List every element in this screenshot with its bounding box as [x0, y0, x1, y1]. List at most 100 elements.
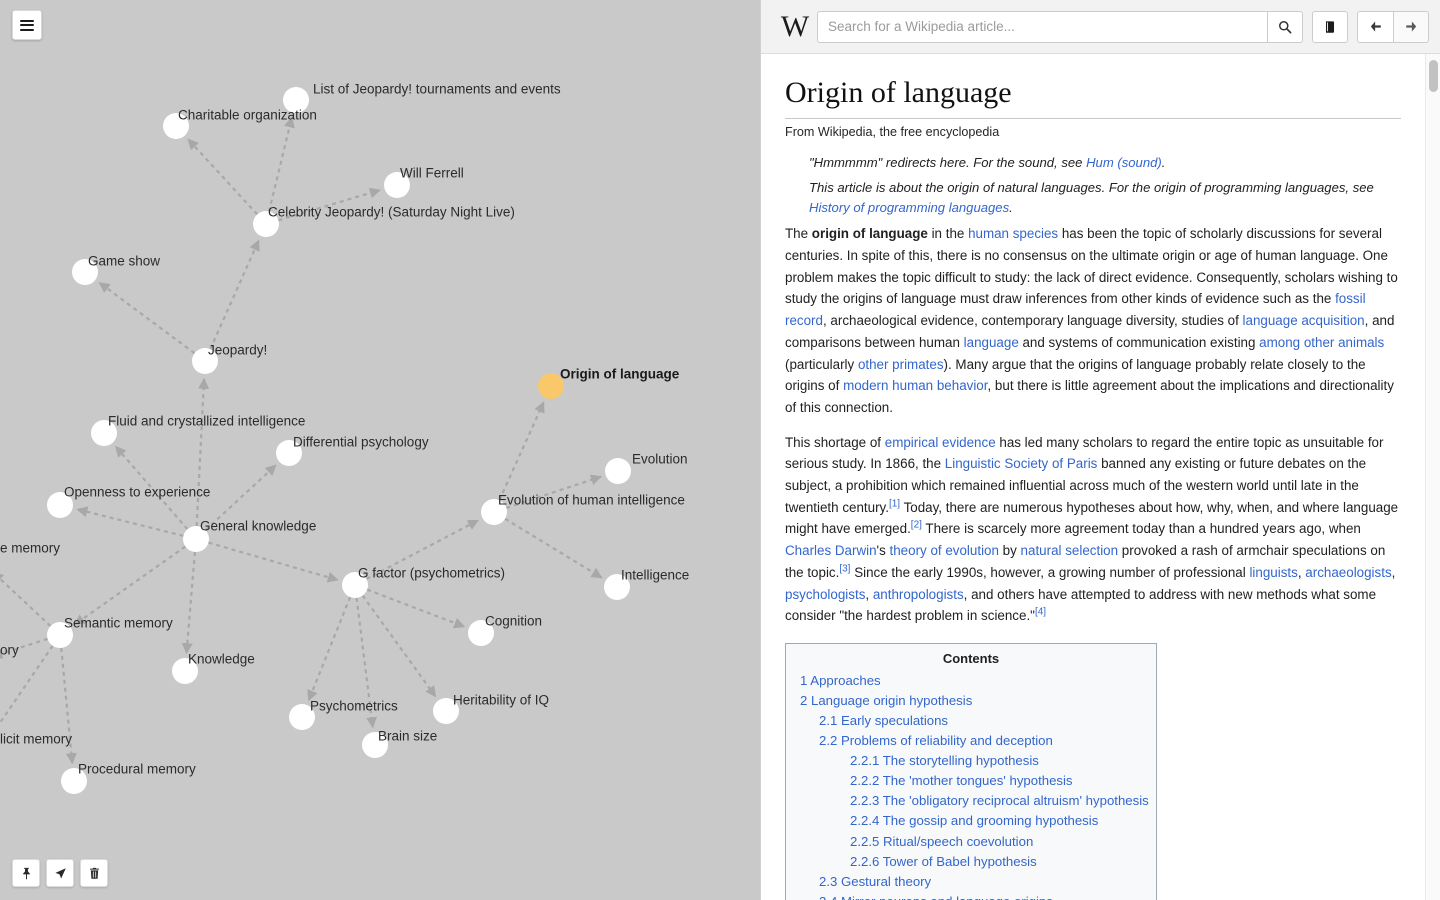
- graph-node[interactable]: Brain size: [362, 729, 437, 758]
- reference-marker[interactable]: [4]: [1035, 607, 1046, 618]
- toc-item[interactable]: 2.3 Gestural theory: [800, 872, 1142, 892]
- reference-marker[interactable]: [3]: [839, 563, 850, 574]
- forward-button[interactable]: [1393, 10, 1429, 43]
- graph-node[interactable]: G factor (psychometrics): [342, 566, 505, 598]
- graph-node[interactable]: Knowledge: [172, 652, 255, 684]
- pin-button[interactable]: [12, 859, 40, 887]
- reference-link[interactable]: [3]: [839, 563, 850, 574]
- graph-node[interactable]: List of Jeopardy! tournaments and events: [283, 82, 561, 113]
- article-link[interactable]: archaeologists: [1305, 565, 1391, 580]
- graph-node[interactable]: Jeopardy!: [192, 343, 267, 374]
- trash-icon: [89, 867, 99, 879]
- graph-node[interactable]: Origin of language: [538, 367, 680, 399]
- toc-item[interactable]: 2.2.1 The storytelling hypothesis: [800, 751, 1142, 771]
- graph-node[interactable]: Game show: [72, 254, 160, 285]
- article-link[interactable]: empirical evidence: [885, 435, 996, 450]
- node-circle[interactable]: [605, 458, 631, 484]
- search-input[interactable]: [817, 10, 1267, 43]
- node-label: List of Jeopardy! tournaments and events: [313, 82, 561, 97]
- hamburger-icon: [20, 17, 34, 33]
- graph-edge: [498, 401, 545, 501]
- wikipedia-article-body[interactable]: Origin of language From Wikipedia, the f…: [761, 54, 1440, 900]
- search-button[interactable]: [1267, 10, 1303, 43]
- article-content: Origin of language From Wikipedia, the f…: [761, 54, 1440, 900]
- article-link[interactable]: History of programming languages: [809, 200, 1009, 215]
- graph-node[interactable]: Psychometrics: [289, 699, 398, 730]
- delete-button[interactable]: [80, 859, 108, 887]
- graph-node[interactable]: Evolution of human intelligence: [481, 493, 685, 525]
- graph-node[interactable]: Procedural memory: [61, 762, 196, 794]
- scrollbar-thumb[interactable]: [1429, 60, 1438, 92]
- toc-item[interactable]: 2.2.6 Tower of Babel hypothesis: [800, 852, 1142, 872]
- table-of-contents[interactable]: Contents 1 Approaches 2 Language origin h…: [785, 643, 1157, 900]
- article-link[interactable]: human species: [968, 226, 1058, 241]
- node-label: Jeopardy!: [208, 343, 267, 358]
- hamburger-menu-button[interactable]: [12, 10, 42, 40]
- article-link[interactable]: language acquisition: [1243, 313, 1365, 328]
- graph-node[interactable]: Differential psychology: [276, 435, 429, 466]
- graph-node[interactable]: licit memory: [0, 732, 72, 765]
- graph-edge: [98, 281, 196, 355]
- toc-item[interactable]: 2.2.3 The 'obligatory reciprocal altruis…: [800, 791, 1149, 811]
- article-link[interactable]: language: [964, 335, 1019, 350]
- article-list-button[interactable]: [1312, 10, 1348, 43]
- hatnote: This article is about the origin of natu…: [809, 179, 1374, 216]
- graph-node[interactable]: Cognition: [468, 614, 542, 646]
- graph-node[interactable]: Evolution: [605, 452, 688, 484]
- graph-node[interactable]: General knowledge: [183, 519, 316, 552]
- article-link[interactable]: Charles Darwin: [785, 543, 877, 558]
- pin-icon: [22, 867, 30, 879]
- article-link[interactable]: among other animals: [1259, 335, 1384, 350]
- toc-item[interactable]: 2.2 Problems of reliability and deceptio…: [800, 731, 1142, 751]
- wikipedia-panel: W Search for a Wikipedia article... Orig…: [760, 0, 1440, 900]
- graph-node[interactable]: Heritability of IQ: [433, 693, 549, 724]
- toc-item[interactable]: 2.2.5 Ritual/speech coevolution: [800, 832, 1142, 852]
- article-link[interactable]: psychologists: [785, 587, 865, 602]
- reference-link[interactable]: [1]: [889, 498, 900, 509]
- article-link[interactable]: other primates: [858, 357, 944, 372]
- book-icon: [1325, 20, 1335, 33]
- article-link[interactable]: anthropologists: [873, 587, 964, 602]
- graph-toolbar[interactable]: [12, 859, 108, 887]
- reference-link[interactable]: [4]: [1035, 607, 1046, 618]
- reference-marker[interactable]: [2]: [911, 520, 922, 531]
- article-link[interactable]: modern human behavior: [843, 378, 987, 393]
- graph-canvas[interactable]: List of Jeopardy! tournaments and events…: [0, 0, 760, 900]
- navigate-button[interactable]: [46, 859, 74, 887]
- reference-marker[interactable]: [1]: [889, 498, 900, 509]
- toc-item[interactable]: 2.2.4 The gossip and grooming hypothesis: [800, 811, 1142, 831]
- knowledge-graph-panel[interactable]: List of Jeopardy! tournaments and events…: [0, 0, 760, 900]
- toc-item[interactable]: 2.1 Early speculations: [800, 711, 1142, 731]
- article-link[interactable]: linguists: [1249, 565, 1297, 580]
- toc-item[interactable]: 2.4 Mirror neurons and language origins: [800, 892, 1142, 900]
- graph-node[interactable]: e memory: [0, 541, 60, 573]
- cursor-arrow-icon: [54, 867, 66, 878]
- graph-edge: [267, 116, 295, 212]
- article-link[interactable]: theory of evolution: [890, 543, 999, 558]
- graph-edge: [366, 588, 466, 629]
- graph-edge: [181, 551, 197, 655]
- graph-node[interactable]: Intelligence: [604, 568, 689, 600]
- graph-node[interactable]: Semantic memory: [47, 616, 173, 648]
- article-link[interactable]: natural selection: [1021, 543, 1119, 558]
- graph-node[interactable]: Will Ferrell: [384, 166, 464, 198]
- graph-node[interactable]: Celebrity Jeopardy! (Saturday Night Live…: [253, 205, 515, 237]
- article-link[interactable]: Hum (sound): [1086, 155, 1162, 170]
- toc-item[interactable]: 2 Language origin hypothesis: [800, 691, 1142, 711]
- graph-node[interactable]: Openness to experience: [47, 485, 210, 518]
- graph-node[interactable]: ory: [0, 643, 19, 675]
- article-link[interactable]: Linguistic Society of Paris: [945, 456, 1098, 471]
- graph-edge: [195, 377, 210, 527]
- back-button[interactable]: [1357, 10, 1393, 43]
- graph-edge: [504, 517, 603, 579]
- graph-nodes[interactable]: List of Jeopardy! tournaments and events…: [0, 82, 689, 794]
- toc-item-list[interactable]: 1 Approaches 2 Language origin hypothesis…: [800, 671, 1149, 900]
- reference-link[interactable]: [2]: [911, 520, 922, 531]
- toc-item[interactable]: 1 Approaches: [800, 671, 1142, 691]
- bold-term: origin of language: [811, 226, 928, 242]
- toc-item[interactable]: 2.2.2 The 'mother tongues' hypothesis: [800, 771, 1142, 791]
- article-scrollbar[interactable]: [1425, 54, 1440, 900]
- node-label: Charitable organization: [178, 108, 317, 123]
- graph-node[interactable]: Charitable organization: [163, 108, 317, 139]
- graph-node[interactable]: Fluid and crystallized intelligence: [91, 414, 305, 446]
